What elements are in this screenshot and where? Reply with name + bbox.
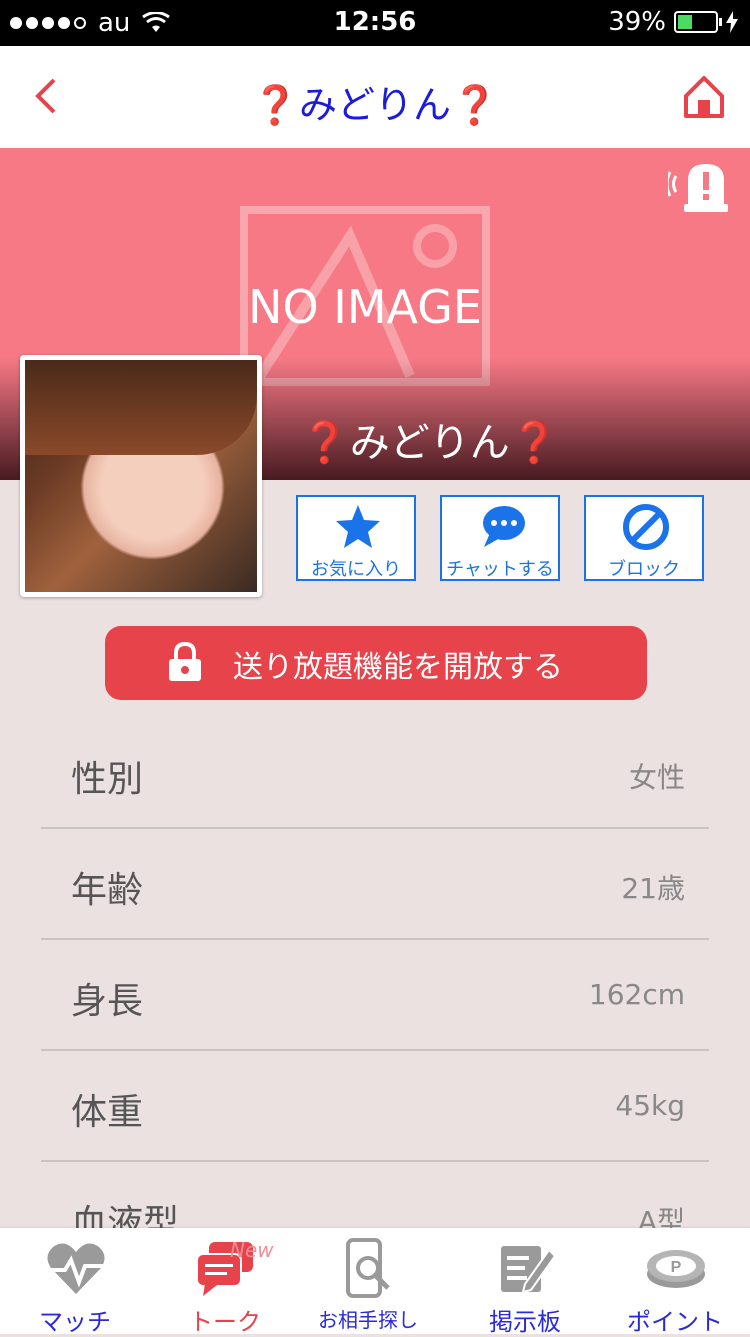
page-title: ❓みどりん❓ (251, 83, 499, 127)
action-buttons: お気に入り チャットする ブロック (296, 495, 704, 581)
board-icon (501, 1246, 557, 1294)
svg-text:P: P (671, 1259, 682, 1276)
row-value: 21歳 (621, 872, 685, 905)
heartbeat-icon (47, 1243, 105, 1294)
battery-percent: 39% (608, 7, 666, 37)
profile-avatar[interactable] (20, 355, 262, 597)
profile-row-gender: 性別 女性 (41, 718, 709, 829)
profile-row-height: 身長 162cm (41, 940, 709, 1051)
new-badge: New (230, 1238, 274, 1262)
cover-name: ❓みどりん❓ (300, 420, 560, 466)
row-value: 162cm (588, 978, 685, 1011)
unlock-label: 送り放題機能を開放する (233, 650, 563, 685)
chat-label: チャットする (446, 559, 554, 580)
row-key: 身長 (71, 981, 144, 1022)
tab-points[interactable]: P ポイント (600, 1228, 750, 1336)
favorite-button[interactable]: お気に入り (296, 495, 416, 581)
tab-label: 掲示板 (489, 1308, 561, 1336)
tab-label: マッチ (39, 1308, 111, 1336)
unlock-unlimited-button[interactable]: 送り放題機能を開放する (105, 626, 647, 700)
chat-bubble-icon (483, 506, 525, 547)
star-icon (336, 505, 380, 548)
report-alarm-icon[interactable] (668, 158, 730, 214)
tab-label: ポイント (627, 1308, 723, 1336)
favorite-label: お気に入り (311, 559, 401, 580)
row-value: 45kg (615, 1089, 685, 1122)
status-bar: au 12:56 39% (0, 0, 750, 46)
charging-icon (726, 11, 738, 33)
row-value: 女性 (628, 761, 685, 794)
row-key: 年齢 (71, 870, 144, 911)
block-button[interactable]: ブロック (584, 495, 704, 581)
block-label: ブロック (608, 559, 680, 580)
profile-list: 性別 女性 年齢 21歳 身長 162cm 体重 45kg 血液型 A型 (41, 718, 709, 1273)
no-image-label: NO IMAGE (248, 280, 482, 334)
profile-row-age: 年齢 21歳 (41, 829, 709, 940)
tab-label: お相手探し (318, 1308, 418, 1332)
row-key: 体重 (71, 1092, 144, 1133)
block-icon (623, 504, 669, 550)
home-icon[interactable] (682, 74, 726, 120)
tab-talk[interactable]: トーク (150, 1228, 300, 1336)
lock-icon (169, 642, 201, 681)
profile-row-weight: 体重 45kg (41, 1051, 709, 1162)
tab-search[interactable]: お相手探し (293, 1228, 443, 1334)
avatar-photo (25, 360, 257, 592)
nav-bar: ❓みどりん❓ (0, 46, 750, 148)
tab-bar: マッチ トーク お相手探し 掲示板 P ポイント (0, 1228, 750, 1336)
point-coin-icon: P (647, 1250, 705, 1288)
tab-label: トーク (189, 1308, 261, 1336)
tab-board[interactable]: 掲示板 (450, 1228, 600, 1336)
battery-icon (674, 11, 722, 33)
phone-search-icon (346, 1238, 390, 1298)
tab-match[interactable]: マッチ (0, 1228, 150, 1336)
row-key: 性別 (71, 759, 144, 800)
chat-button[interactable]: チャットする (440, 495, 560, 581)
